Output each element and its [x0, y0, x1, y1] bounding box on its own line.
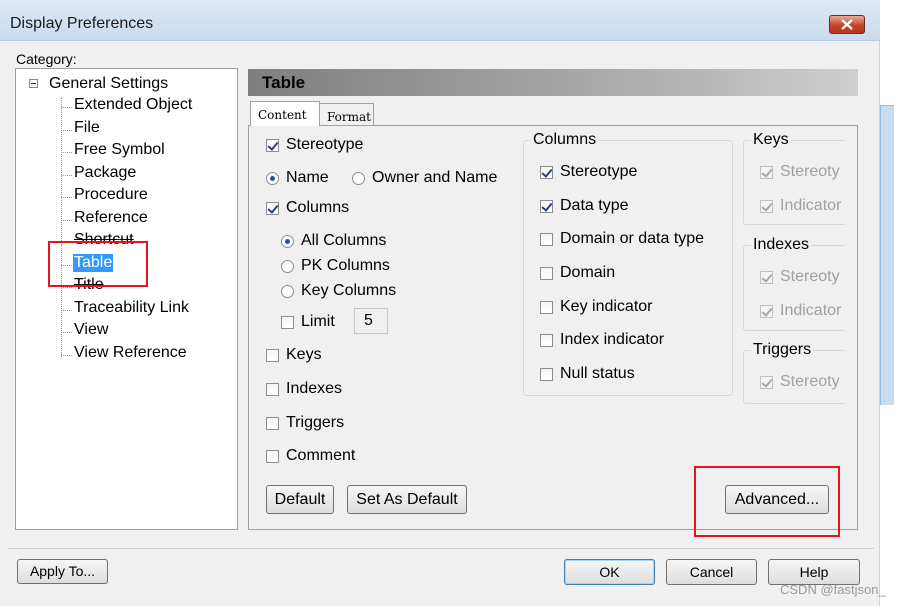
apply-to-button[interactable]: Apply To...: [17, 559, 108, 584]
tab-content[interactable]: Content: [250, 101, 320, 126]
highlight-box-advanced: [694, 466, 840, 537]
watermark: CSDN @fastjson_: [780, 582, 886, 597]
close-icon: [841, 19, 853, 30]
tab-format[interactable]: Format: [319, 103, 374, 126]
tree-root-general-settings[interactable]: General Settings: [49, 75, 168, 93]
category-label: Category:: [16, 51, 77, 67]
ok-button[interactable]: OK: [564, 559, 655, 585]
category-tree[interactable]: General Settings Extended Object File Fr…: [15, 68, 238, 530]
section-header: Table: [248, 69, 858, 96]
default-button[interactable]: Default: [266, 485, 334, 514]
close-button[interactable]: [829, 15, 865, 34]
title-bar[interactable]: Display Preferences: [0, 0, 880, 41]
bottom-separator: [8, 548, 874, 549]
cancel-button[interactable]: Cancel: [666, 559, 757, 585]
section-title: Table: [262, 73, 306, 92]
tree-connector: [61, 97, 62, 357]
columns-group-title: Columns: [531, 131, 599, 149]
background-window-edge: [880, 105, 894, 405]
limit-input[interactable]: 5: [354, 308, 388, 334]
display-preferences-window: Display Preferences Category: General Se…: [0, 0, 880, 606]
window-title: Display Preferences: [10, 15, 154, 32]
triggers-group-title: Triggers: [751, 341, 814, 359]
keys-group-title: Keys: [751, 131, 791, 149]
indexes-group-title: Indexes: [751, 236, 812, 254]
set-as-default-button[interactable]: Set As Default: [347, 485, 467, 514]
collapse-icon[interactable]: [29, 79, 38, 88]
right-groups-clip: Keys Stereoty Indicator Indexes Stereoty…: [743, 126, 845, 416]
highlight-box-table: [48, 241, 148, 287]
